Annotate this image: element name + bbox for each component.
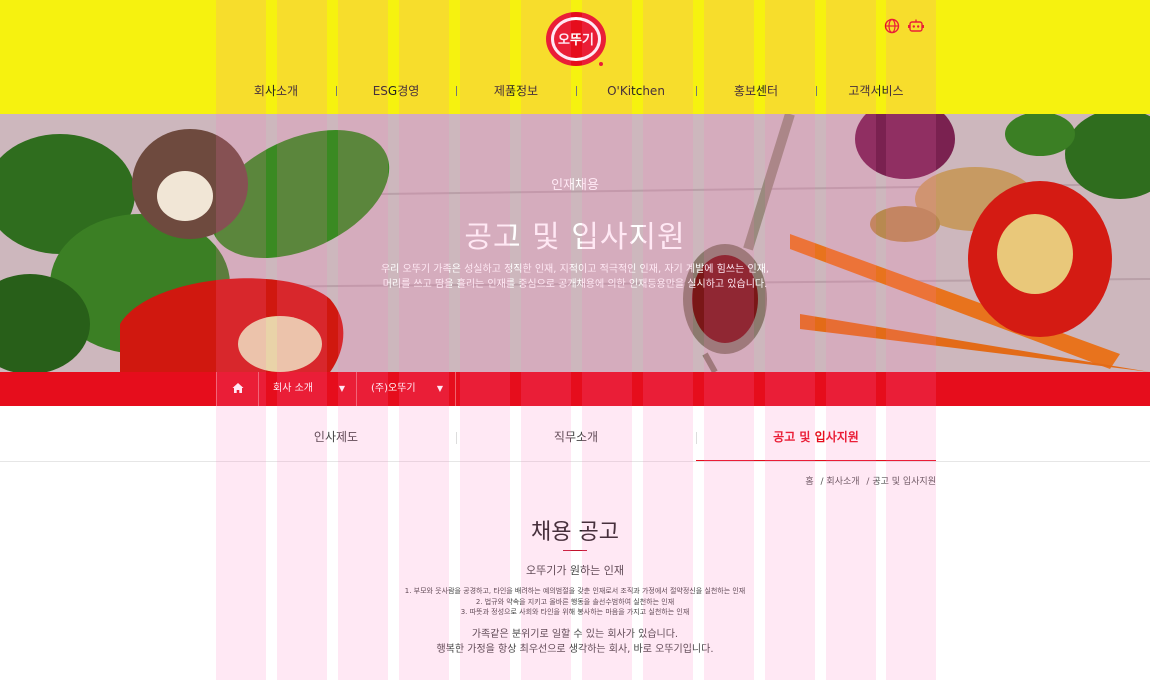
sub-tabs: 인사제도 직무소개 공고 및 입사지원 bbox=[216, 416, 936, 462]
hero-description: 우리 오뚜기 가족은 성실하고 정직한 인재, 지적이고 적극적인 인재, 자기… bbox=[0, 262, 1150, 292]
logo-text: 오뚜기 bbox=[558, 33, 594, 48]
location-select-depth1-label: 회사 소개 bbox=[273, 383, 313, 394]
tab-hr-system[interactable]: 인사제도 bbox=[216, 416, 456, 462]
chevron-down-icon: ▼ bbox=[436, 384, 443, 393]
nav-item-okitchen[interactable]: O'Kitchen bbox=[576, 78, 696, 104]
location-bar: 회사 소개 ▼ (주)오뚜기 ▼ bbox=[0, 372, 1150, 406]
hero-desc-line1: 우리 오뚜기 가족은 성실하고 정직한 인재, 지적이고 적극적인 인재, 자기… bbox=[380, 264, 770, 275]
list-item: 3. 따뜻과 정성으로 사회와 타인을 위해 봉사하는 마음을 가지고 실천하는… bbox=[460, 608, 690, 616]
talent-list: 1. 부모와 웃사람을 공경하고, 타인을 배려하는 예의범절을 갖춘 인재로서… bbox=[0, 586, 1150, 618]
location-select-depth2-label: (주)오뚜기 bbox=[371, 383, 416, 394]
breadcrumb: 홈 / 회사소개 / 공고 및 입사지원 bbox=[801, 474, 936, 487]
hero-desc-line2: 머리를 쓰고 땀을 흘리는 인재를 중심으로 공개채용에 의한 인재등용만을 실… bbox=[382, 279, 768, 290]
list-item: 2. 법규와 약속을 지키고 올바른 행동을 솔선수범하여 실천하는 인재 bbox=[475, 597, 675, 606]
home-icon bbox=[232, 383, 244, 393]
robot-icon[interactable] bbox=[908, 18, 924, 34]
location-select-depth1[interactable]: 회사 소개 ▼ bbox=[258, 372, 357, 406]
hero-title: 공고 및 입사지원 bbox=[464, 220, 686, 255]
site-header: 오뚜기 회사소개 ESG경영 제품정보 O'Kitchen 홍보센터 고객서비스 bbox=[0, 0, 1150, 114]
closing-text: 가족같은 분위기로 일할 수 있는 회사가 있습니다. 행복한 가정을 항상 최… bbox=[0, 627, 1150, 657]
breadcrumb-home[interactable]: 홈 bbox=[805, 477, 813, 487]
nav-item-customer[interactable]: 고객서비스 bbox=[816, 78, 936, 104]
nav-item-pr[interactable]: 홍보센터 bbox=[696, 78, 816, 104]
globe-icon[interactable] bbox=[884, 18, 900, 34]
hero-subtitle: 인재채용 bbox=[551, 178, 599, 193]
nav-item-company[interactable]: 회사소개 bbox=[216, 78, 336, 104]
nav-item-esg[interactable]: ESG경영 bbox=[336, 78, 456, 104]
breadcrumb-current: / 공고 및 입사지원 bbox=[866, 477, 936, 487]
home-button[interactable] bbox=[216, 372, 259, 406]
utility-icons bbox=[884, 18, 924, 34]
breadcrumb-company[interactable]: / 회사소개 bbox=[821, 477, 860, 487]
section-title: 채용 공고 bbox=[531, 520, 619, 545]
main-nav: 회사소개 ESG경영 제품정보 O'Kitchen 홍보센터 고객서비스 bbox=[216, 78, 936, 104]
tab-job-intro[interactable]: 직무소개 bbox=[456, 416, 696, 462]
section-subtitle: 오뚜기가 원하는 인재 bbox=[525, 564, 625, 577]
closing-line1: 가족같은 분위기로 일할 수 있는 회사가 있습니다. bbox=[471, 629, 679, 640]
tab-divider bbox=[0, 461, 1150, 462]
ottogi-logo[interactable]: 오뚜기 bbox=[545, 10, 607, 68]
location-select-depth2[interactable]: (주)오뚜기 ▼ bbox=[356, 372, 456, 406]
chevron-down-icon: ▼ bbox=[338, 384, 345, 393]
nav-item-products[interactable]: 제품정보 bbox=[456, 78, 576, 104]
list-item: 1. 부모와 웃사람을 공경하고, 타인을 배려하는 예의범절을 갖춘 인재로서… bbox=[404, 587, 746, 595]
tab-job-posting[interactable]: 공고 및 입사지원 bbox=[696, 416, 936, 462]
closing-line2: 행복한 가정을 항상 최우선으로 생각하는 회사, 바로 오뚜기입니다. bbox=[436, 644, 714, 655]
title-divider bbox=[563, 550, 587, 551]
hero-banner: 인재채용 공고 및 입사지원 우리 오뚜기 가족은 성실하고 정직한 인재, 지… bbox=[0, 114, 1150, 372]
